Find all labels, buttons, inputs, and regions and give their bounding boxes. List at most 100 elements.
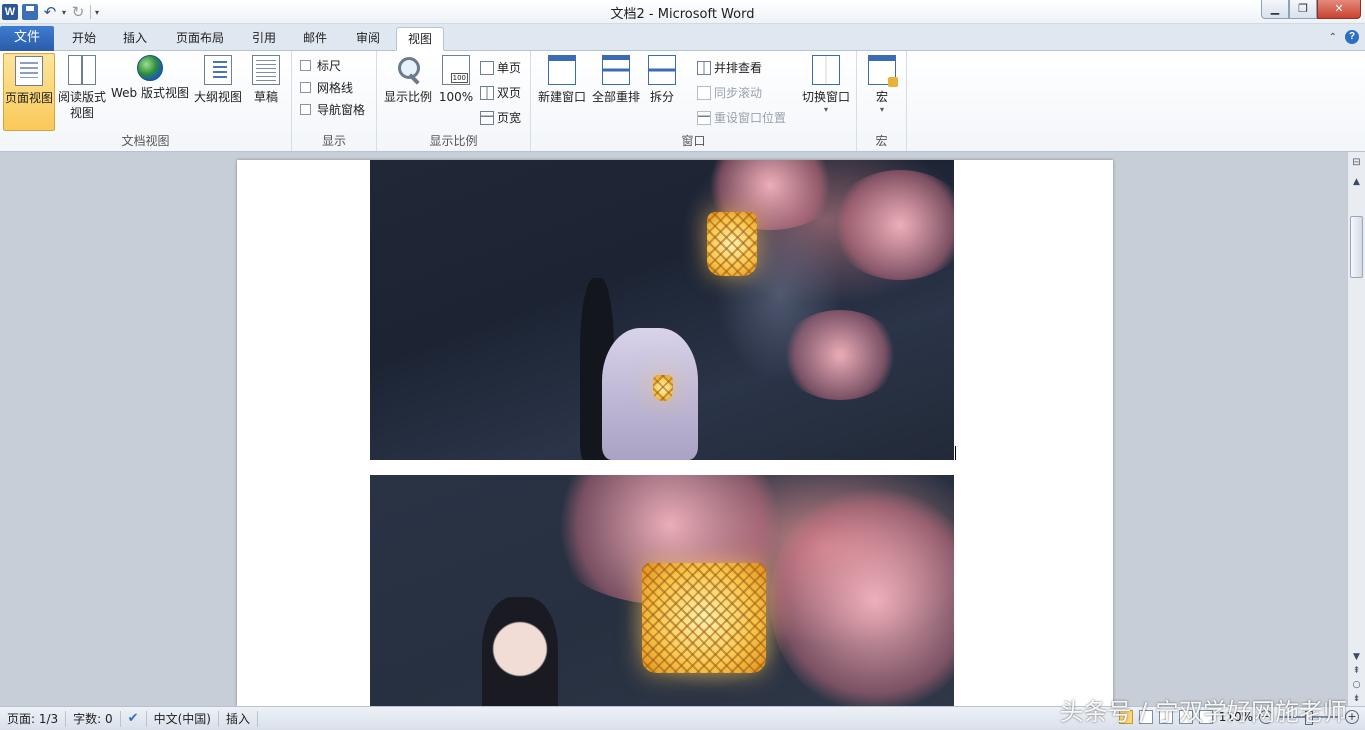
small-lantern xyxy=(653,375,673,401)
figure-portrait xyxy=(482,597,558,706)
photo-lantern-girl-back[interactable] xyxy=(370,160,954,460)
sync-scrolling-label: 同步滚动 xyxy=(714,86,763,100)
switch-windows-icon xyxy=(812,55,840,85)
macros-label: 宏 xyxy=(875,90,888,104)
group-label-macros: 宏 xyxy=(875,134,888,148)
group-label-document-views: 文档视图 xyxy=(121,134,170,148)
tabs-right-controls: ⌃ ? xyxy=(1329,30,1359,44)
text-cursor xyxy=(955,446,956,460)
scroll-bottom-controls: ▼ ⇞ ○ ⇟ xyxy=(1348,650,1365,706)
new-window-button[interactable]: 新建窗口 xyxy=(536,53,588,131)
side-by-side-label: 并排查看 xyxy=(714,61,763,75)
group-document-views: 页面视图 阅读版式 视图 Web 版式视图 大纲视图 草稿 文档视图 xyxy=(0,51,292,151)
tab-insert[interactable]: 插入 xyxy=(112,27,158,51)
full-screen-reading-button[interactable]: 阅读版式 视图 xyxy=(57,53,107,131)
status-page[interactable]: 页面: 1/3 xyxy=(0,710,67,727)
ribbon-tabs: 文件 开始 插入 页面布局 引用 邮件 审阅 视图 ⌃ ? xyxy=(0,24,1365,51)
figure-robe xyxy=(602,328,698,460)
print-layout-button[interactable]: 页面视图 xyxy=(3,53,55,131)
restore-button[interactable]: ❐ xyxy=(1289,0,1317,19)
split-button[interactable]: 拆分 xyxy=(645,53,679,131)
two-pages-icon xyxy=(480,85,494,100)
status-insert-mode[interactable]: 插入 xyxy=(219,710,258,727)
status-language[interactable]: 中文(中国) xyxy=(147,710,219,727)
next-page-icon[interactable]: ⇟ xyxy=(1348,692,1365,706)
group-window: 新建窗口 全部重排 拆分 并排查看 同步滚动 重设窗口位置 切换窗口 ▾ 窗口 xyxy=(531,51,857,151)
web-layout-button[interactable]: Web 版式视图 xyxy=(110,53,190,131)
sync-scrolling-button[interactable]: 同步滚动 xyxy=(697,84,762,101)
reset-position-label: 重设窗口位置 xyxy=(714,111,787,125)
print-layout-icon xyxy=(15,56,43,86)
sync-scrolling-icon xyxy=(697,85,711,100)
proofing-check-icon[interactable]: ✔ xyxy=(121,710,147,727)
ruler-label: 标尺 xyxy=(317,59,342,73)
one-page-label: 单页 xyxy=(497,61,522,75)
photo-lantern-girl-portrait[interactable] xyxy=(370,475,954,706)
switch-windows-button[interactable]: 切换窗口 ▾ xyxy=(799,53,853,131)
document-workspace[interactable] xyxy=(0,152,1347,706)
gridlines-checkbox[interactable]: 网格线 xyxy=(300,79,353,96)
tab-file[interactable]: 文件 xyxy=(0,26,54,51)
split-label: 拆分 xyxy=(649,90,674,104)
two-pages-label: 双页 xyxy=(497,86,522,100)
draft-button[interactable]: 草稿 xyxy=(247,53,285,131)
scroll-down-arrow-icon[interactable]: ▼ xyxy=(1348,650,1365,664)
draft-icon xyxy=(252,55,280,85)
zoom-label: 显示比例 xyxy=(383,90,432,104)
ruler-checkbox[interactable]: 标尺 xyxy=(300,57,341,74)
tab-view[interactable]: 视图 xyxy=(396,27,444,51)
tab-review[interactable]: 审阅 xyxy=(344,27,392,51)
select-browse-object-icon[interactable]: ○ xyxy=(1348,678,1365,692)
ribbon-view: 页面视图 阅读版式 视图 Web 版式视图 大纲视图 草稿 文档视图 标尺 网格… xyxy=(0,51,1365,152)
zoom-100-button[interactable]: 100% xyxy=(436,53,476,131)
reading-view-label-2: 视图 xyxy=(69,106,94,120)
lantern xyxy=(642,563,766,673)
tab-home[interactable]: 开始 xyxy=(60,27,108,51)
document-page[interactable] xyxy=(237,160,1113,706)
gridlines-checkbox-box[interactable] xyxy=(300,82,311,93)
outline-button[interactable]: 大纲视图 xyxy=(193,53,243,131)
web-layout-label: Web 版式视图 xyxy=(111,86,189,100)
arrange-all-icon xyxy=(602,55,630,85)
previous-page-icon[interactable]: ⇞ xyxy=(1348,664,1365,678)
blossom-cluster xyxy=(830,170,954,280)
blossom-cluster xyxy=(780,310,900,400)
group-label-zoom: 显示比例 xyxy=(429,134,478,148)
reset-window-position-button[interactable]: 重设窗口位置 xyxy=(697,109,786,126)
zoom-in-icon[interactable]: + xyxy=(1345,710,1359,724)
arrange-all-button[interactable]: 全部重排 xyxy=(590,53,642,131)
help-icon[interactable]: ? xyxy=(1345,30,1359,44)
two-pages-button[interactable]: 双页 xyxy=(480,84,521,101)
switch-windows-dropdown-icon: ▾ xyxy=(823,105,828,114)
tab-page-layout[interactable]: 页面布局 xyxy=(162,27,238,51)
watermark-text: 头条号 / 宁双学好网施老师 xyxy=(1059,698,1347,726)
scroll-thumb[interactable] xyxy=(1350,216,1363,278)
navigation-pane-checkbox[interactable]: 导航窗格 xyxy=(300,101,365,118)
macros-dropdown-icon: ▾ xyxy=(879,105,884,114)
group-show: 标尺 网格线 导航窗格 显示 xyxy=(292,51,377,151)
zoom-button[interactable]: 显示比例 xyxy=(382,53,434,131)
outline-icon xyxy=(204,55,232,85)
side-by-side-icon xyxy=(697,60,711,75)
reading-view-icon xyxy=(68,55,96,85)
scroll-up-arrow-icon[interactable]: ▲ xyxy=(1348,174,1365,190)
vertical-scrollbar[interactable]: ⊟ ▲ ▼ ⇞ ○ ⇟ xyxy=(1347,152,1365,706)
status-word-count[interactable]: 字数: 0 xyxy=(66,710,121,727)
page-width-button[interactable]: 页宽 xyxy=(480,109,521,126)
tab-mailings[interactable]: 邮件 xyxy=(292,27,338,51)
navigation-pane-checkbox-box[interactable] xyxy=(300,104,311,115)
reset-position-icon xyxy=(697,110,711,125)
title-bar: W ↶ ▾ ↻ ▾ 文档2 - Microsoft Word ▁ ❐ ✕ xyxy=(0,0,1365,24)
macros-icon xyxy=(868,55,898,87)
minimize-button[interactable]: ▁ xyxy=(1261,0,1289,19)
ruler-checkbox-box[interactable] xyxy=(300,60,311,71)
new-window-icon xyxy=(548,55,576,85)
close-button[interactable]: ✕ xyxy=(1317,0,1361,19)
minimize-ribbon-icon[interactable]: ⌃ xyxy=(1329,32,1337,43)
tab-references[interactable]: 引用 xyxy=(242,27,286,51)
macros-button[interactable]: 宏 ▾ xyxy=(865,53,899,131)
outline-label: 大纲视图 xyxy=(193,90,242,104)
one-page-button[interactable]: 单页 xyxy=(480,59,521,76)
view-ruler-icon[interactable]: ⊟ xyxy=(1348,152,1365,174)
view-side-by-side-button[interactable]: 并排查看 xyxy=(697,59,762,76)
